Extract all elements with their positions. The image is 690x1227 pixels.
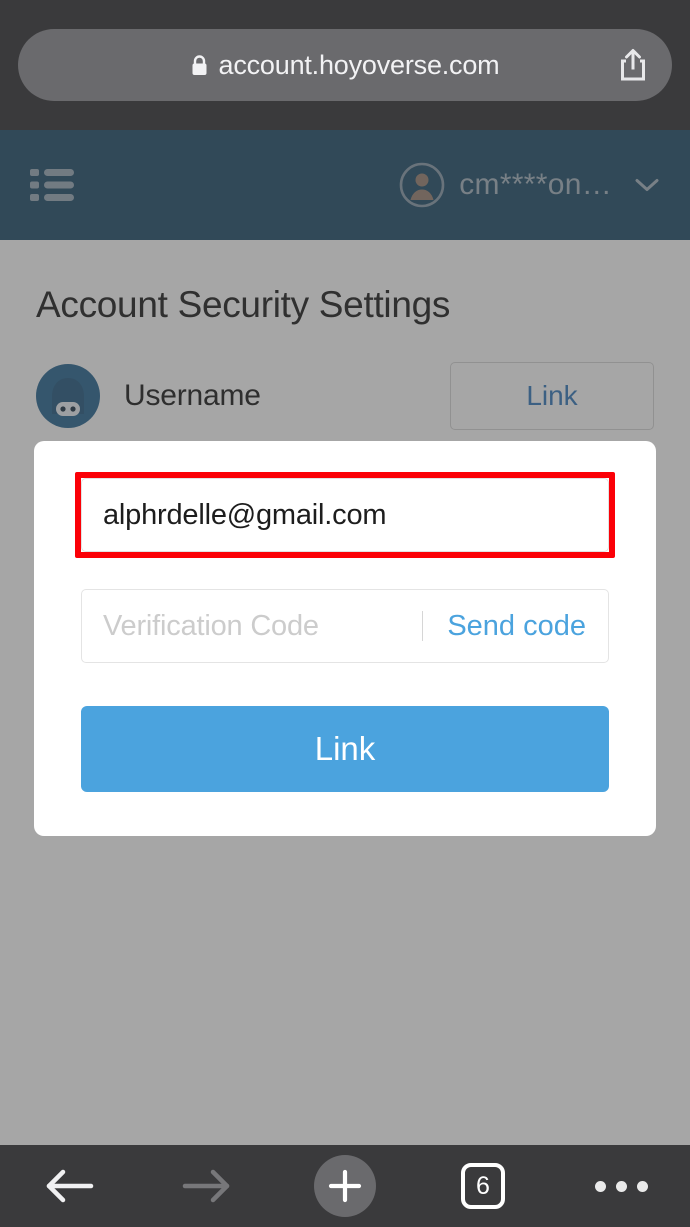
send-code-button[interactable]: Send code [423, 610, 608, 643]
link-submit-button[interactable]: Link [81, 706, 609, 792]
verification-code-input[interactable] [82, 609, 423, 643]
tab-count-badge: 6 [461, 1163, 505, 1209]
phone-screen: account.hoyoverse.com cm****on… Account … [0, 0, 690, 1227]
share-icon[interactable] [616, 47, 650, 83]
url-bar[interactable]: account.hoyoverse.com [18, 29, 672, 101]
browser-top-chrome: account.hoyoverse.com [0, 0, 690, 130]
plus-icon [314, 1155, 376, 1217]
link-email-modal: alphrdelle@gmail.com Send code Link [34, 441, 656, 836]
url-text: account.hoyoverse.com [218, 49, 500, 80]
email-input[interactable]: alphrdelle@gmail.com [81, 478, 609, 552]
new-tab-button[interactable] [276, 1145, 414, 1227]
more-menu-button[interactable] [552, 1145, 690, 1227]
back-button[interactable] [0, 1145, 138, 1227]
email-field-wrapper: alphrdelle@gmail.com [75, 472, 615, 558]
ellipsis-icon [594, 1180, 648, 1192]
browser-bottom-toolbar: 6 [0, 1145, 690, 1227]
modal-body: alphrdelle@gmail.com Send code Link [34, 441, 656, 792]
verification-code-row: Send code [81, 589, 609, 663]
email-input-value: alphrdelle@gmail.com [103, 498, 387, 531]
tab-switcher-button[interactable]: 6 [414, 1145, 552, 1227]
url-bar-content: account.hoyoverse.com [191, 50, 500, 81]
lock-icon [191, 54, 208, 76]
forward-button[interactable] [138, 1145, 276, 1227]
